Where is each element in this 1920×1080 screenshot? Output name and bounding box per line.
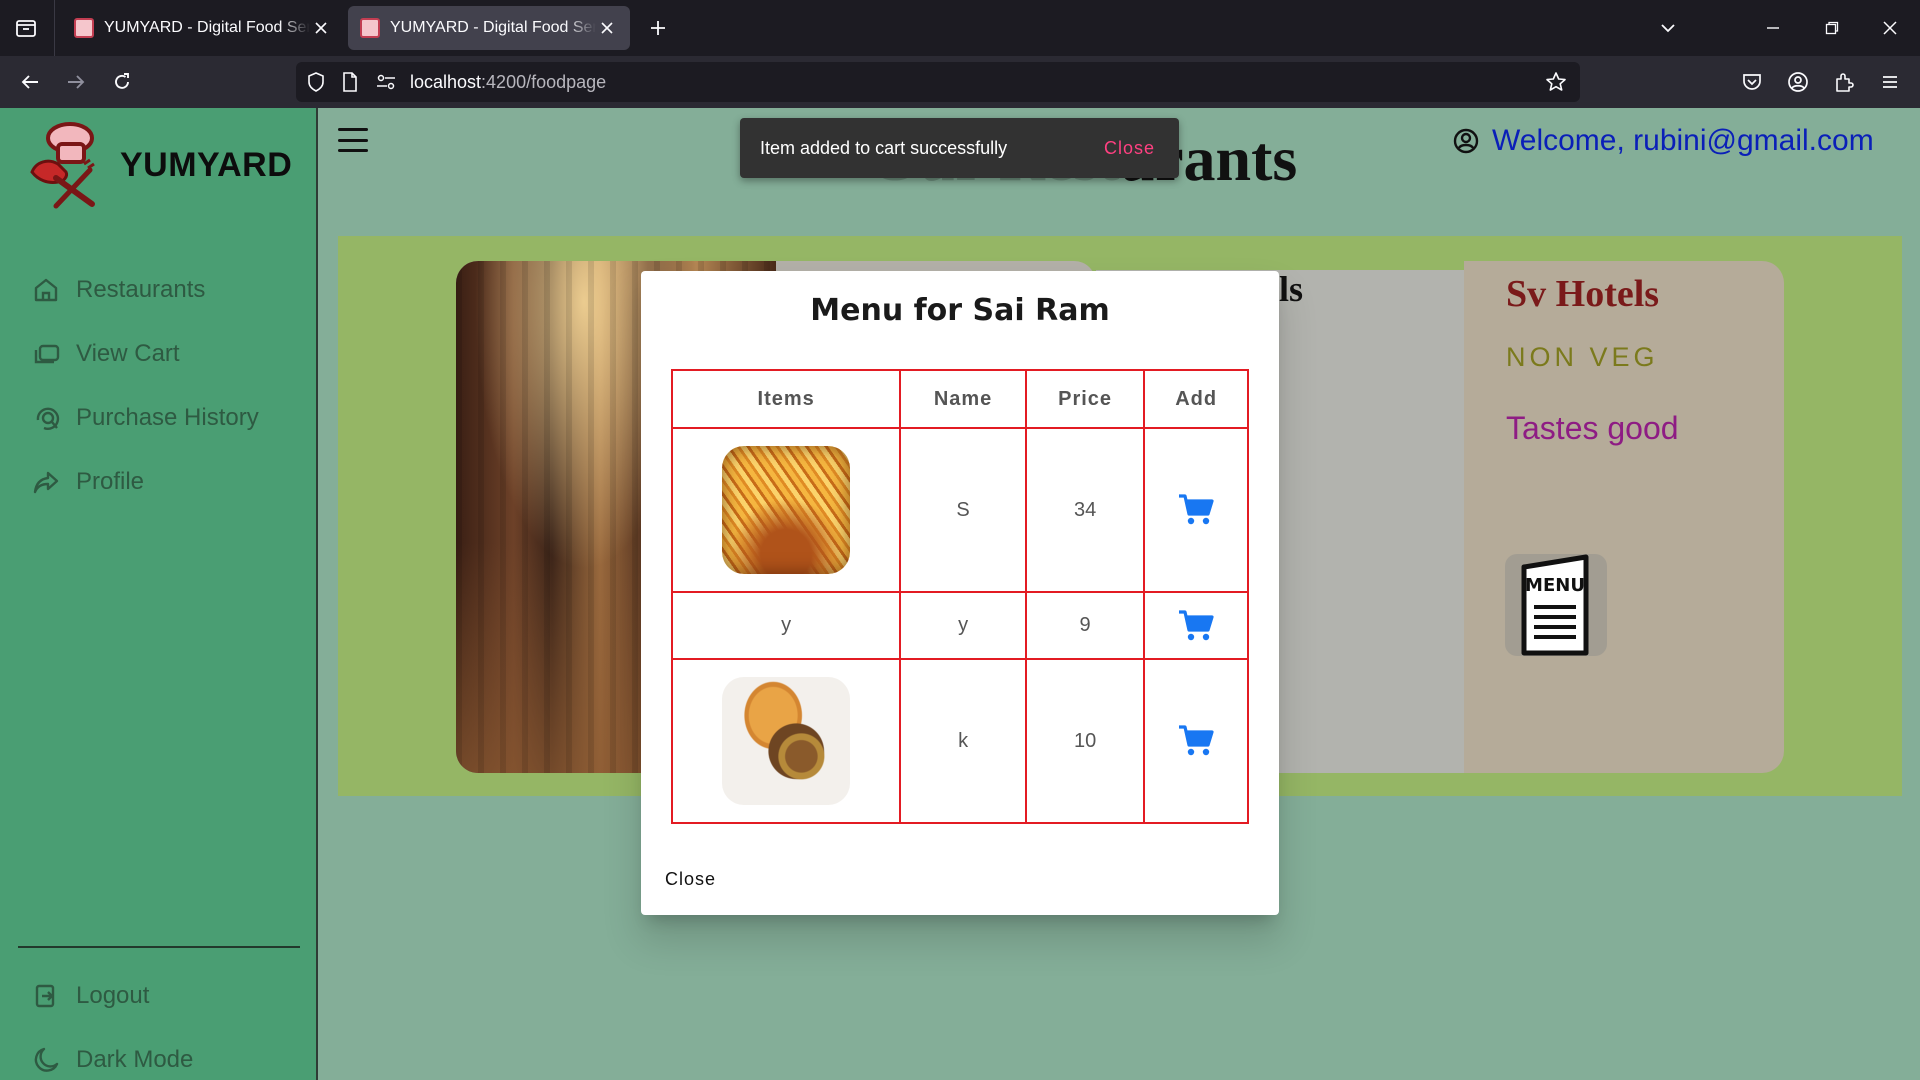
pocket-icon[interactable] [1734, 64, 1770, 100]
sidebar-divider [18, 946, 300, 948]
url-path: :4200/foodpage [481, 72, 607, 92]
search-history-icon [30, 402, 62, 434]
dialog-title: Menu for Sai Ram [810, 293, 1110, 328]
permissions-icon[interactable] [374, 70, 398, 94]
extensions-icon[interactable] [1826, 64, 1862, 100]
sidebar-item-label: Purchase History [76, 404, 259, 431]
item-cell [670, 427, 902, 593]
add-cell [1143, 591, 1249, 660]
browser-nav-bar: localhost:4200/foodpage [0, 56, 1920, 108]
url-host: localhost [410, 72, 482, 92]
account-icon[interactable] [1780, 64, 1816, 100]
tab-separator [54, 0, 55, 56]
menu-card-icon: MENU [1521, 554, 1589, 656]
menu-icon-label: MENU [1525, 575, 1585, 596]
hamburger-menu-icon[interactable] [338, 128, 368, 152]
address-bar[interactable]: localhost:4200/foodpage [296, 62, 1580, 102]
table-header-row: Items Name Price Add [670, 369, 1249, 429]
sidebar-item-dark-mode[interactable]: Dark Mode [30, 1044, 193, 1076]
item-cell: y [670, 591, 902, 660]
tab-title: YUMYARD - Digital Food Service [390, 19, 596, 36]
snackbar-close-button[interactable]: Close [1104, 138, 1155, 159]
tab-title: YUMYARD - Digital Food Service [104, 19, 310, 36]
restore-icon[interactable] [1816, 12, 1848, 44]
add-cell [1143, 658, 1249, 824]
favicon-icon [74, 18, 94, 38]
name-cell: y [899, 591, 1027, 660]
moon-icon [30, 1044, 62, 1076]
app-menu-icon[interactable] [1872, 64, 1908, 100]
item-cell [670, 658, 902, 824]
table-row: S 34 [670, 427, 1249, 593]
price-cell: 9 [1024, 591, 1146, 660]
sidebar-item-label: Logout [76, 982, 150, 1009]
sidebar: YUMYARD Restaurants View Cart Purchase H… [0, 108, 318, 1080]
brand-name: YUMYARD [120, 146, 293, 184]
snackbar-message: Item added to cart successfully [760, 137, 1008, 158]
page-icon[interactable] [338, 70, 362, 94]
menu-button[interactable]: MENU [1505, 554, 1607, 656]
table-row: y y 9 [670, 591, 1249, 660]
url-text[interactable]: localhost:4200/foodpage [410, 72, 606, 93]
snackbar: Item added to cart successfully Close [740, 118, 1179, 178]
welcome-text: Welcome, rubini@gmail.com [1492, 124, 1874, 157]
window-close-icon[interactable] [1874, 12, 1906, 44]
name-cell: S [899, 427, 1027, 593]
close-tab-icon[interactable] [596, 17, 618, 39]
forward-arrow-icon[interactable] [58, 64, 94, 100]
menu-dialog: Menu for Sai Ram Items Name Price Add S … [641, 271, 1279, 915]
price-cell: 34 [1024, 427, 1146, 593]
sidebar-item-logout[interactable]: Logout [30, 980, 149, 1012]
name-cell: k [899, 658, 1027, 824]
chef-logo-icon [26, 120, 106, 212]
user-circle-icon [1452, 127, 1480, 155]
close-tab-icon[interactable] [310, 17, 332, 39]
logout-icon [30, 980, 62, 1012]
fries-image [722, 446, 851, 574]
add-cell [1143, 427, 1249, 593]
table-row: k 10 [670, 658, 1249, 824]
new-tab-icon[interactable] [642, 12, 674, 44]
browser-tab-bar: YUMYARD - Digital Food Service YUMYARD -… [0, 0, 1920, 56]
add-to-cart-icon[interactable] [1174, 488, 1218, 532]
back-arrow-icon[interactable] [12, 64, 48, 100]
favicon-icon [360, 18, 380, 38]
menu-table: Items Name Price Add S 34 y y 9 k 10 [670, 369, 1249, 824]
dialog-close-button[interactable]: Close [665, 869, 716, 890]
welcome-user: Welcome, rubini@gmail.com [1452, 124, 1874, 158]
cards-icon [30, 338, 62, 370]
hotel-name: Sv Hotels [1506, 273, 1660, 315]
sidebar-item-label: Profile [76, 468, 145, 495]
browser-tab[interactable]: YUMYARD - Digital Food Service [62, 6, 344, 50]
tab-overflow-chevron-icon[interactable] [1652, 12, 1684, 44]
sidebar-item-label: Dark Mode [76, 1046, 194, 1073]
sidebar-item-purchase-history[interactable]: Purchase History [30, 402, 259, 434]
restaurant-card-right [1464, 261, 1784, 773]
price-cell: 10 [1024, 658, 1146, 824]
bookmark-star-icon[interactable] [1544, 70, 1568, 94]
column-header-price: Price [1024, 369, 1146, 429]
browser-tab-active[interactable]: YUMYARD - Digital Food Service [348, 6, 630, 50]
add-to-cart-icon[interactable] [1174, 719, 1218, 763]
shield-icon[interactable] [304, 70, 328, 94]
column-header-items: Items [670, 369, 902, 429]
home-icon [30, 274, 62, 306]
minimize-icon[interactable] [1757, 12, 1789, 44]
puri-image [722, 677, 851, 805]
sidebar-item-profile[interactable]: Profile [30, 466, 144, 498]
column-header-name: Name [899, 369, 1027, 429]
tab-list-icon[interactable] [8, 10, 44, 46]
hotel-description: Tastes good [1506, 410, 1679, 446]
hotel-type: NON VEG [1506, 342, 1659, 372]
column-header-add: Add [1143, 369, 1249, 429]
sidebar-item-label: Restaurants [76, 276, 206, 303]
share-arrow-icon [30, 466, 62, 498]
sidebar-item-label: View Cart [76, 340, 180, 367]
reload-icon[interactable] [104, 64, 140, 100]
add-to-cart-icon[interactable] [1174, 604, 1218, 648]
sidebar-item-view-cart[interactable]: View Cart [30, 338, 180, 370]
sidebar-item-restaurants[interactable]: Restaurants [30, 274, 205, 306]
